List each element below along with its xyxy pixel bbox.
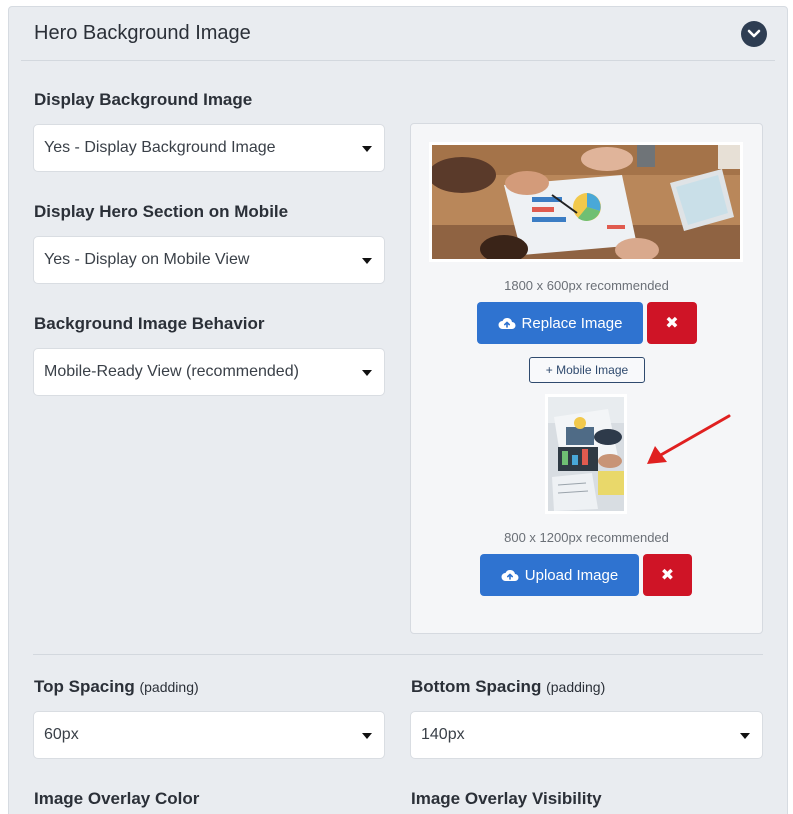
top-spacing-label-sub: (padding) [139, 679, 199, 695]
bg-behavior-select[interactable]: Mobile-Ready View (recommended) [33, 348, 385, 396]
display-mobile-value: Yes - Display on Mobile View [44, 251, 250, 268]
bottom-spacing-value: 140px [421, 726, 465, 743]
display-bg-select[interactable]: Yes - Display Background Image [33, 124, 385, 172]
panel-header: Hero Background Image [21, 7, 775, 61]
remove-desktop-image-button[interactable]: ✖ [647, 302, 697, 344]
replace-image-label: Replace Image [521, 314, 623, 332]
mobile-recommended-text: 800 x 1200px recommended [504, 530, 669, 545]
display-bg-label: Display Background Image [34, 90, 253, 109]
chevron-down-icon [747, 29, 761, 38]
cloud-upload-icon [501, 569, 519, 581]
caret-down-icon [740, 733, 750, 739]
mobile-photo [548, 397, 624, 511]
hero-background-panel: Hero Background Image Display Background… [8, 6, 788, 814]
top-spacing-label-text: Top Spacing [34, 677, 135, 696]
upload-image-label: Upload Image [524, 566, 619, 584]
caret-down-icon [362, 733, 372, 739]
bottom-spacing-select[interactable]: 140px [410, 711, 763, 759]
top-spacing-label: Top Spacing (padding) [34, 677, 199, 697]
remove-mobile-image-button[interactable]: ✖ [643, 554, 692, 596]
caret-down-icon [362, 370, 372, 376]
display-bg-value: Yes - Display Background Image [44, 139, 276, 156]
overlay-visibility-label: Image Overlay Visibility [411, 789, 602, 808]
mobile-image-button[interactable]: + Mobile Image [529, 357, 645, 383]
red-arrow-annotation [647, 414, 731, 464]
display-mobile-select[interactable]: Yes - Display on Mobile View [33, 236, 385, 284]
caret-down-icon [362, 146, 372, 152]
top-spacing-value: 60px [44, 726, 79, 743]
mobile-image-button-label: + Mobile Image [545, 363, 629, 377]
hero-image-preview [429, 142, 743, 262]
collapse-toggle-button[interactable] [741, 21, 767, 47]
bottom-spacing-label-text: Bottom Spacing [411, 677, 542, 696]
display-mobile-label: Display Hero Section on Mobile [34, 202, 289, 221]
upload-image-button[interactable]: Upload Image [480, 554, 639, 596]
hero-photo [432, 145, 740, 259]
top-spacing-select[interactable]: 60px [33, 711, 385, 759]
replace-image-button[interactable]: Replace Image [477, 302, 643, 344]
image-upload-box: 1800 x 600px recommended Replace Image ✖… [410, 123, 763, 634]
close-icon: ✖ [665, 315, 679, 332]
bottom-spacing-label-sub: (padding) [546, 679, 606, 695]
mobile-image-preview [545, 394, 627, 514]
overlay-color-label: Image Overlay Color [34, 789, 200, 808]
bottom-spacing-label: Bottom Spacing (padding) [411, 677, 605, 697]
bg-behavior-value: Mobile-Ready View (recommended) [44, 363, 299, 380]
cloud-upload-icon [498, 317, 516, 329]
bg-behavior-label: Background Image Behavior [34, 314, 265, 333]
panel-title: Hero Background Image [34, 22, 251, 44]
desktop-recommended-text: 1800 x 600px recommended [504, 278, 669, 293]
close-icon: ✖ [660, 567, 675, 584]
caret-down-icon [362, 258, 372, 264]
section-divider [33, 654, 763, 655]
